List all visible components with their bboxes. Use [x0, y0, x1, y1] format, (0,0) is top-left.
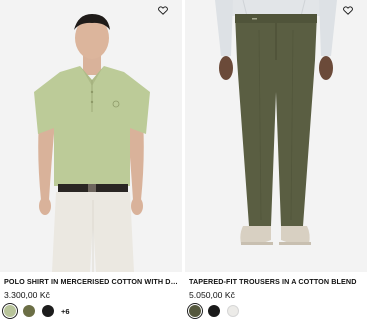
product-price: 5.050,00 Kč	[189, 290, 235, 300]
more-colors-link[interactable]: +6	[61, 307, 70, 316]
product-image-polo[interactable]	[0, 0, 182, 272]
product-image-trousers[interactable]	[185, 0, 367, 272]
swatch-black[interactable]	[42, 305, 54, 317]
swatch-pale-green[interactable]	[4, 305, 16, 317]
swatch-dark-olive[interactable]	[189, 305, 201, 317]
color-swatches	[189, 305, 239, 317]
wishlist-heart-button[interactable]	[158, 6, 176, 24]
swatch-off-white[interactable]	[227, 305, 239, 317]
product-price: 3.300,00 Kč	[4, 290, 50, 300]
product-grid: POLO SHIRT IN MERCERISED COTTON WITH DOU…	[0, 0, 367, 328]
trousers-model-illustration	[185, 0, 367, 272]
polo-model-illustration	[0, 0, 182, 272]
product-title[interactable]: POLO SHIRT IN MERCERISED COTTON WITH DOU…	[4, 277, 180, 286]
heart-icon	[343, 6, 353, 15]
wishlist-heart-button[interactable]	[343, 6, 361, 24]
heart-icon	[158, 6, 168, 15]
swatch-olive[interactable]	[23, 305, 35, 317]
color-swatches: +6	[4, 305, 70, 317]
product-title[interactable]: TAPERED-FIT TROUSERS IN A COTTON BLEND	[189, 277, 365, 286]
swatch-black[interactable]	[208, 305, 220, 317]
